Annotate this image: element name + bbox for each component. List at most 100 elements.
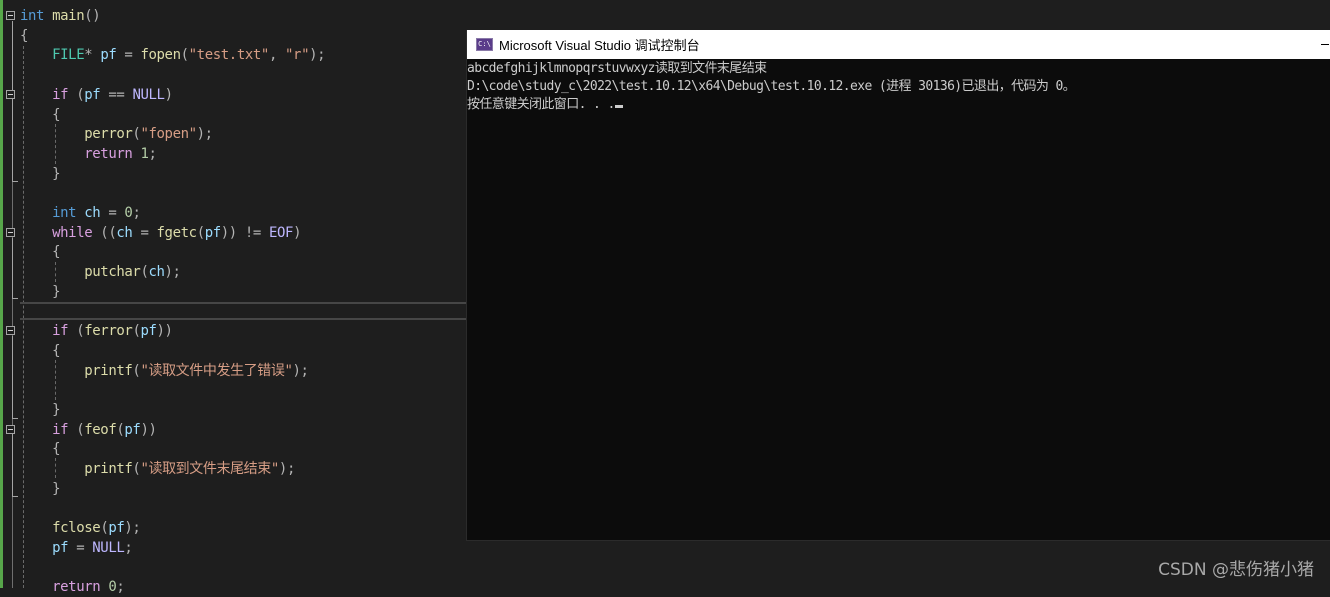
code-token: if xyxy=(52,421,69,438)
code-token: return xyxy=(52,579,101,596)
code-token: ); xyxy=(292,362,309,379)
code-line[interactable]: while ((ch = fgetc(pf)) != EOF) xyxy=(20,223,301,243)
debug-console-window[interactable]: C:\ Microsoft Visual Studio 调试控制台 abcdef… xyxy=(466,30,1330,541)
code-line[interactable]: return 0; xyxy=(20,577,125,597)
code-token: "r" xyxy=(285,47,310,64)
code-token: { xyxy=(52,342,61,359)
code-line[interactable]: { xyxy=(20,105,60,125)
code-line[interactable]: int ch = 0; xyxy=(20,203,141,223)
code-token: = xyxy=(132,224,157,241)
code-line[interactable]: printf("读取到文件末尾结束"); xyxy=(20,459,295,479)
code-token: ); xyxy=(124,520,141,537)
collapse-icon[interactable] xyxy=(6,326,15,336)
code-token: if xyxy=(52,323,69,340)
code-line[interactable]: putchar(ch); xyxy=(20,262,181,282)
minimize-icon[interactable] xyxy=(1321,44,1329,45)
code-line[interactable]: if (ferror(pf)) xyxy=(20,321,173,341)
code-token: FILE xyxy=(52,47,85,64)
code-token: ch xyxy=(116,224,133,241)
code-line[interactable]: perror("fopen"); xyxy=(20,124,213,144)
code-token: fgetc xyxy=(156,224,198,241)
change-tracking-bar xyxy=(0,0,3,588)
code-token: pf xyxy=(140,323,157,340)
collapse-icon[interactable] xyxy=(6,424,15,434)
console-app-icon: C:\ xyxy=(476,38,493,51)
code-token: NULL xyxy=(92,539,125,556)
code-line[interactable]: pf = NULL; xyxy=(20,538,133,558)
collapse-icon[interactable] xyxy=(6,227,15,237)
code-token: ( xyxy=(196,224,205,241)
code-line[interactable]: FILE* pf = fopen("test.txt", "r"); xyxy=(20,45,325,65)
console-titlebar[interactable]: C:\ Microsoft Visual Studio 调试控制台 xyxy=(467,30,1330,59)
code-token: * xyxy=(84,47,101,64)
code-line[interactable]: } xyxy=(20,400,60,420)
code-token: )) xyxy=(156,323,173,340)
code-token: ( xyxy=(68,86,85,103)
code-line[interactable]: printf("读取文件中发生了错误"); xyxy=(20,361,309,381)
code-token: EOF xyxy=(268,224,294,241)
code-token: { xyxy=(52,244,61,261)
code-line[interactable]: { xyxy=(20,439,60,459)
code-token: )) xyxy=(140,421,157,438)
code-token: = xyxy=(116,47,141,64)
text-cursor xyxy=(614,105,623,108)
console-output: abcdefghijklmnopqrstuvwxyz读取到文件末尾结束 D:\c… xyxy=(467,59,1330,114)
code-token: (( xyxy=(92,224,117,241)
code-token: } xyxy=(52,402,61,418)
code-token: () xyxy=(84,8,101,24)
code-line[interactable]: } xyxy=(20,282,60,302)
code-token: ; xyxy=(132,205,141,221)
code-line[interactable]: { xyxy=(20,26,28,46)
console-line: D:\code\study_c\2022\test.10.12\x64\Debu… xyxy=(467,79,1076,94)
code-line[interactable]: } xyxy=(20,479,60,499)
code-token: while xyxy=(52,224,93,241)
console-title: Microsoft Visual Studio 调试控制台 xyxy=(499,38,700,53)
code-token: if xyxy=(52,86,69,103)
collapse-icon[interactable] xyxy=(6,11,15,20)
code-token: main xyxy=(52,8,85,24)
code-editor[interactable]: int main(){ FILE* pf = fopen("test.txt",… xyxy=(0,0,466,595)
collapse-icon[interactable] xyxy=(6,89,15,99)
code-line[interactable]: if (feof(pf)) xyxy=(20,420,157,440)
code-token: )) != xyxy=(220,224,269,241)
code-line[interactable]: fclose(pf); xyxy=(20,518,141,538)
code-token: ; xyxy=(148,145,157,162)
code-token: printf xyxy=(84,461,133,478)
console-line: abcdefghijklmnopqrstuvwxyz读取到文件末尾结束 xyxy=(467,61,767,76)
code-token: } xyxy=(52,165,61,182)
code-token: ; xyxy=(124,539,133,556)
code-line[interactable]: if (pf == NULL) xyxy=(20,85,173,105)
code-token: ) xyxy=(293,224,302,241)
code-token: ); xyxy=(309,47,326,64)
code-token: } xyxy=(52,283,61,300)
code-token: = xyxy=(68,539,93,556)
code-line[interactable]: { xyxy=(20,242,60,262)
code-token: fclose xyxy=(52,520,101,537)
code-token: feof xyxy=(84,421,117,438)
code-line[interactable]: int main() xyxy=(20,6,101,26)
code-token: pf xyxy=(204,224,221,241)
code-token: ferror xyxy=(84,323,133,340)
code-token: ch xyxy=(148,264,165,281)
code-line[interactable]: { xyxy=(20,341,60,361)
code-line[interactable]: } xyxy=(20,164,60,184)
code-token: int xyxy=(20,8,45,24)
code-token: "fopen" xyxy=(140,126,197,143)
code-token: fopen xyxy=(140,47,181,64)
console-line: 按任意键关闭此窗口. . . xyxy=(467,96,1330,114)
code-line[interactable]: return 1; xyxy=(20,144,157,164)
code-token: == xyxy=(100,86,133,103)
code-token: ; xyxy=(116,579,125,596)
